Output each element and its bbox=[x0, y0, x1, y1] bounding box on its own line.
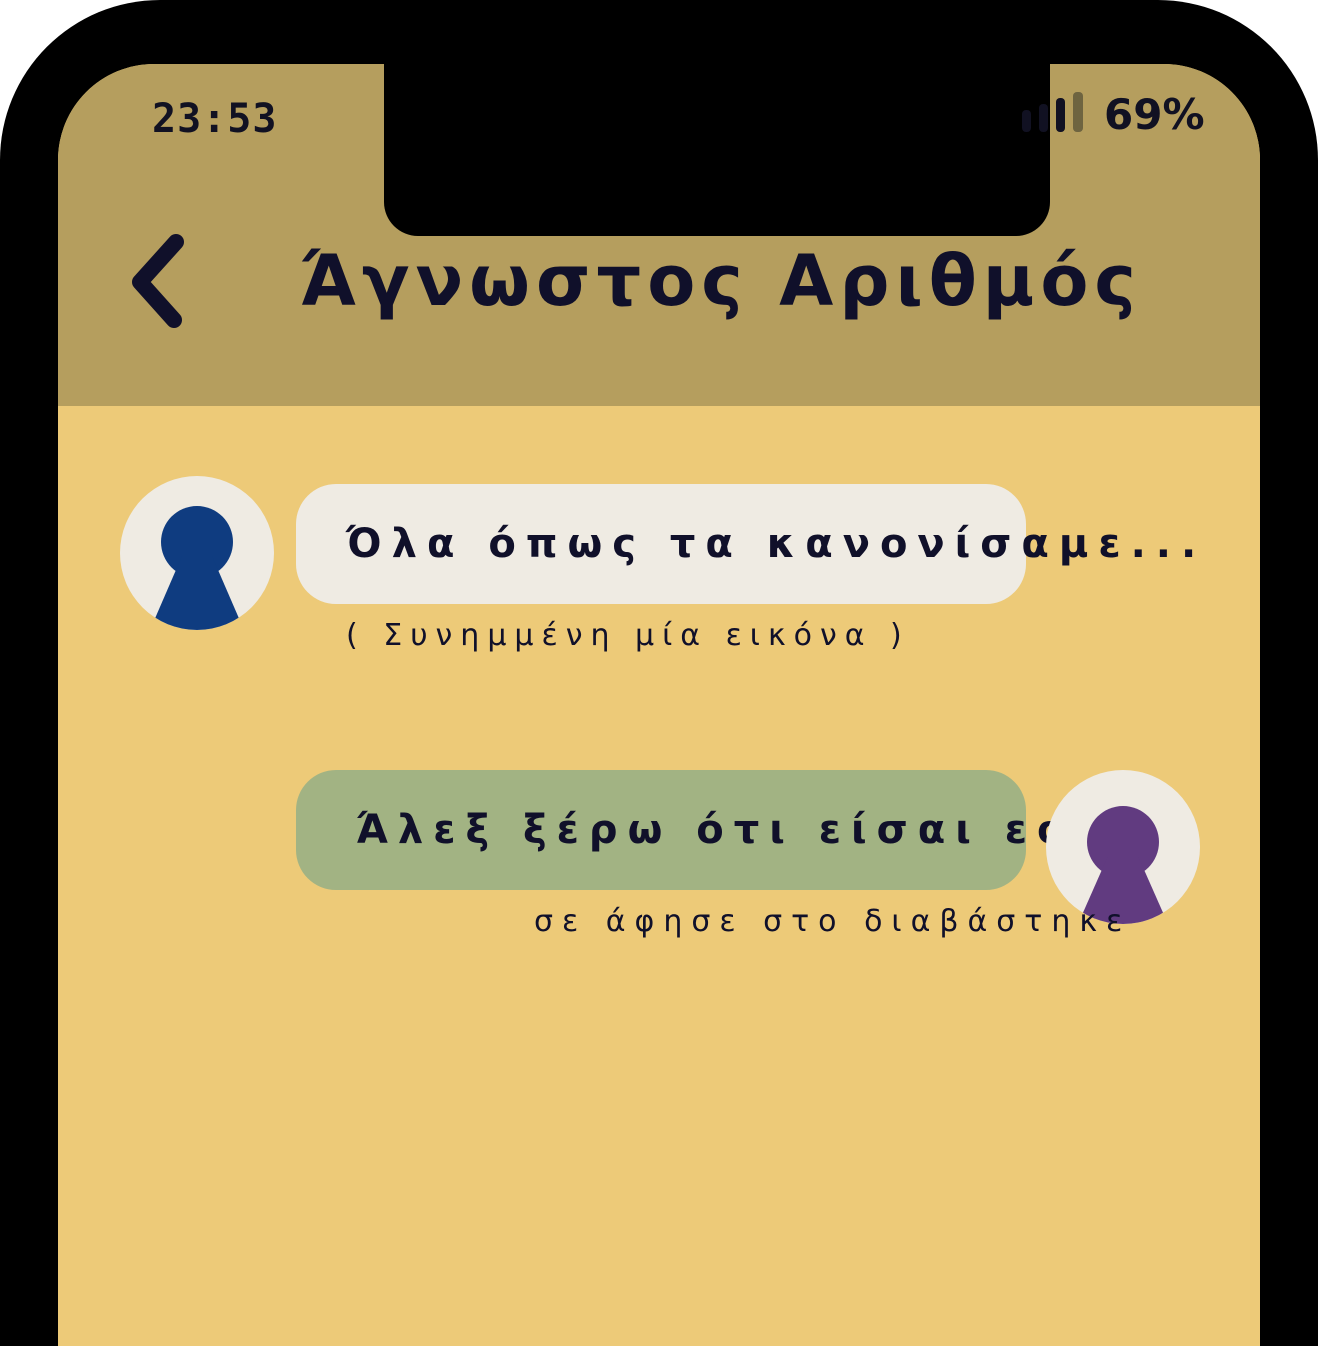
user-avatar[interactable] bbox=[1046, 770, 1200, 924]
contact-title: Άγνωστος Αριθμός bbox=[300, 240, 1142, 322]
notch bbox=[384, 64, 1050, 236]
read-status-caption: σε άφησε στο διαβάστηκε bbox=[534, 904, 1132, 939]
attachment-caption[interactable]: ( Συνημμένη μία εικόνα ) bbox=[346, 618, 910, 653]
signal-bars-icon bbox=[1022, 92, 1083, 132]
incoming-message-bubble[interactable]: Όλα όπως τα κανονίσαμε... bbox=[296, 484, 1196, 604]
incoming-message-text: Όλα όπως τα κανονίσαμε... bbox=[346, 521, 1207, 567]
contact-avatar[interactable] bbox=[120, 476, 274, 630]
person-keyhole-icon bbox=[1078, 806, 1168, 924]
phone-frame: 23:53 69% Άγνωστος Αριθμός Όλα όπως τα κ… bbox=[0, 0, 1318, 1346]
chevron-left-icon[interactable] bbox=[126, 232, 190, 328]
battery-percentage: 69% bbox=[1104, 90, 1205, 139]
outgoing-message-bubble[interactable]: Άλεξ ξέρω ότι είσαι εσύ!! bbox=[296, 770, 1162, 890]
status-time: 23:53 bbox=[152, 96, 278, 142]
person-keyhole-icon bbox=[150, 506, 244, 630]
